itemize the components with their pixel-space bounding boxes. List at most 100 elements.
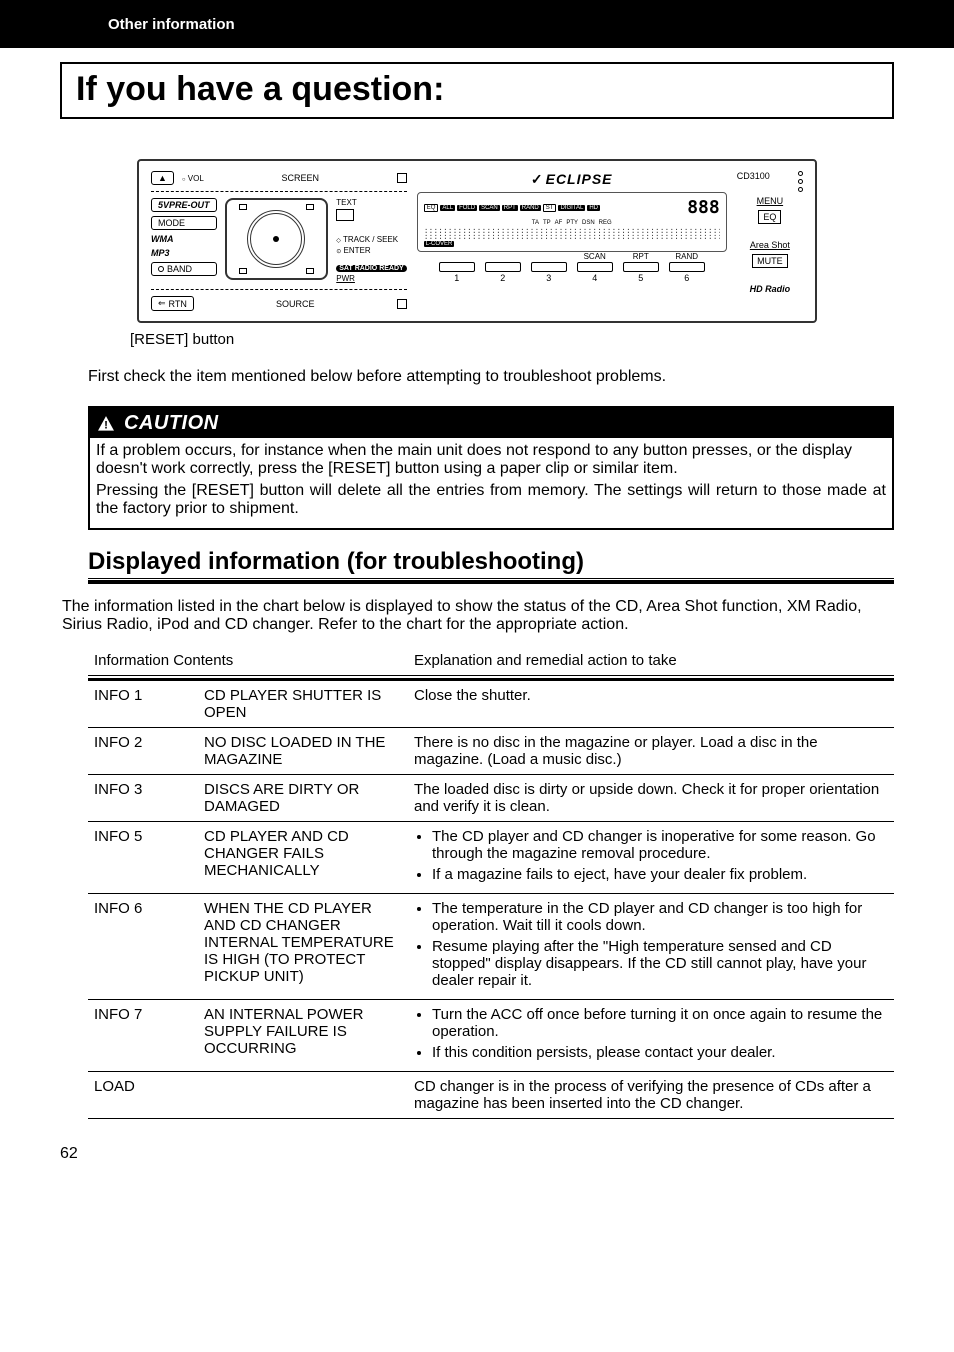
track-seek-label: ◇ TRACK / SEEK: [336, 235, 398, 244]
info-code: LOAD: [88, 1072, 198, 1119]
table-row: INFO 7AN INTERNAL POWER SUPPLY FAILURE I…: [88, 1000, 894, 1072]
lcd-flag: RAND: [520, 205, 541, 211]
lcd-eq: EQ: [424, 204, 439, 212]
device-right: CD3100 MENU EQ Area Shot MUTE HD Radio: [737, 171, 803, 311]
menu-label: MENU: [757, 196, 784, 206]
info-code: INFO 3: [88, 775, 198, 822]
caution-label: CAUTION: [124, 412, 219, 435]
track-prev-icon: [239, 204, 247, 210]
text-button-icon: [336, 209, 354, 221]
lcd-flag: SCAN: [479, 205, 500, 211]
track-next-icon: [306, 204, 314, 210]
page: Other information If you have a question…: [0, 0, 954, 1193]
lcd-flag: ST: [543, 204, 557, 212]
preset-3: 3: [531, 262, 567, 272]
info-code: INFO 6: [88, 894, 198, 1000]
lcd-sub: AF: [555, 220, 563, 226]
indicator-dots: [798, 171, 803, 192]
info-contents: NO DISC LOADED IN THE MAGAZINE: [198, 728, 408, 775]
screen-label: SCREEN: [281, 173, 319, 183]
source-button: [397, 299, 407, 309]
info-action: The loaded disc is dirty or upside down.…: [408, 775, 894, 822]
intro-text: First check the item mentioned below bef…: [88, 368, 894, 386]
text-button-label: TEXT: [336, 198, 356, 207]
screen-button: [397, 173, 407, 183]
eject-button-icon: ▲: [151, 171, 174, 185]
mute-button: MUTE: [752, 254, 788, 268]
info-contents: AN INTERNAL POWER SUPPLY FAILURE IS OCCU…: [198, 1000, 408, 1072]
table-row: INFO 2NO DISC LOADED IN THE MAGAZINETher…: [88, 728, 894, 775]
lcd-sub: TA: [532, 220, 539, 226]
info-contents: DISCS ARE DIRTY OR DAMAGED: [198, 775, 408, 822]
title-wrap: If you have a question:: [0, 48, 954, 119]
page-title: If you have a question:: [60, 62, 894, 119]
info-action: The CD player and CD changer is inoperat…: [408, 822, 894, 894]
section-title-wrap: Displayed information (for troubleshooti…: [88, 548, 894, 584]
info-code: INFO 2: [88, 728, 198, 775]
hd-radio-label: HD Radio: [750, 284, 791, 294]
section-header-bar: Other information: [0, 0, 954, 48]
th-information-contents: Information Contents: [88, 648, 408, 676]
nav-right-icon: [306, 268, 314, 274]
lcd-sub: DSN: [582, 220, 595, 226]
warning-icon: !: [96, 414, 116, 432]
info-action-item: The CD player and CD changer is inoperat…: [432, 828, 888, 862]
preset-6-rand: RAND6: [669, 262, 705, 272]
preout-badge: 5VPRE-OUT: [151, 198, 217, 212]
caution-body: If a problem occurs, for instance when t…: [90, 438, 892, 528]
info-action-item: Resume playing after the "High temperatu…: [432, 938, 888, 989]
caution-box: ! CAUTION If a problem occurs, for insta…: [88, 406, 894, 530]
band-button: BAND: [151, 262, 217, 276]
info-contents: [198, 1072, 408, 1119]
nav-left-icon: [239, 268, 247, 274]
info-action: CD changer is in the process of verifyin…: [408, 1072, 894, 1119]
caution-p2: Pressing the [RESET] button will delete …: [96, 482, 886, 518]
caution-p1: If a problem occurs, for instance when t…: [96, 442, 886, 478]
table-row: INFO 6WHEN THE CD PLAYER AND CD CHANGER …: [88, 894, 894, 1000]
table-row: LOAD CD changer is in the process of veri…: [88, 1072, 894, 1119]
lcd-sub: TP: [543, 220, 551, 226]
pwr-label: PWR: [336, 274, 355, 283]
info-action: There is no disc in the magazine or play…: [408, 728, 894, 775]
rtn-button: ⇐RTN: [151, 296, 194, 311]
device-center: ECLIPSE EQ ALL FOLD SCAN RPT RAND ST DIG…: [417, 171, 727, 311]
enter-label: ⊙ ENTER: [336, 246, 370, 255]
reset-button-caption: [RESET] button: [130, 331, 954, 348]
info-contents: WHEN THE CD PLAYER AND CD CHANGER INTERN…: [198, 894, 408, 1000]
wma-label: WMA: [151, 234, 217, 244]
preset-4-scan: SCAN4: [577, 262, 613, 272]
model-label: CD3100: [737, 171, 770, 181]
svg-text:!: !: [104, 420, 108, 432]
lcd-flag: RPT: [502, 205, 518, 211]
table-row: INFO 1CD PLAYER SHUTTER IS OPENClose the…: [88, 680, 894, 728]
section-title-rule: [88, 578, 894, 584]
info-table: Information Contents Explanation and rem…: [88, 648, 894, 1119]
lcd-dotmatrix: ::::::::::::::::::::::::::::::::::::::::…: [424, 228, 720, 246]
lcd-flag: ALL: [440, 205, 455, 211]
lcd-sub: PTY: [566, 220, 578, 226]
page-number: 62: [60, 1145, 954, 1163]
info-contents: CD PLAYER SHUTTER IS OPEN: [198, 680, 408, 728]
caution-header: ! CAUTION: [90, 408, 892, 438]
info-action: Close the shutter.: [408, 680, 894, 728]
mp3-label: MP3: [151, 248, 217, 258]
info-action: The temperature in the CD player and CD …: [408, 894, 894, 1000]
lcd-flag: HD: [587, 205, 600, 211]
info-action-item: If this condition persists, please conta…: [432, 1044, 888, 1061]
lcd-digits: 888: [687, 197, 720, 218]
preset-1: 1: [439, 262, 475, 272]
knob-frame: [225, 198, 329, 280]
info-code: INFO 7: [88, 1000, 198, 1072]
vol-label: ○ VOL: [182, 174, 204, 183]
table-intro: The information listed in the chart belo…: [62, 598, 894, 634]
preset-2: 2: [485, 262, 521, 272]
device-illustration: ▲ ○ VOL SCREEN 5VPRE-OUT MODE WMA MP3 BA…: [137, 159, 817, 323]
source-label: SOURCE: [276, 299, 315, 309]
device-left: ▲ ○ VOL SCREEN 5VPRE-OUT MODE WMA MP3 BA…: [151, 171, 407, 311]
lcd-flag: DIGITAL: [558, 205, 585, 211]
section-header-text: Other information: [108, 16, 235, 33]
info-code: INFO 5: [88, 822, 198, 894]
content-area: First check the item mentioned below bef…: [0, 348, 954, 1119]
table-row: INFO 5CD PLAYER AND CD CHANGER FAILS MEC…: [88, 822, 894, 894]
rotary-knob: [247, 210, 305, 268]
